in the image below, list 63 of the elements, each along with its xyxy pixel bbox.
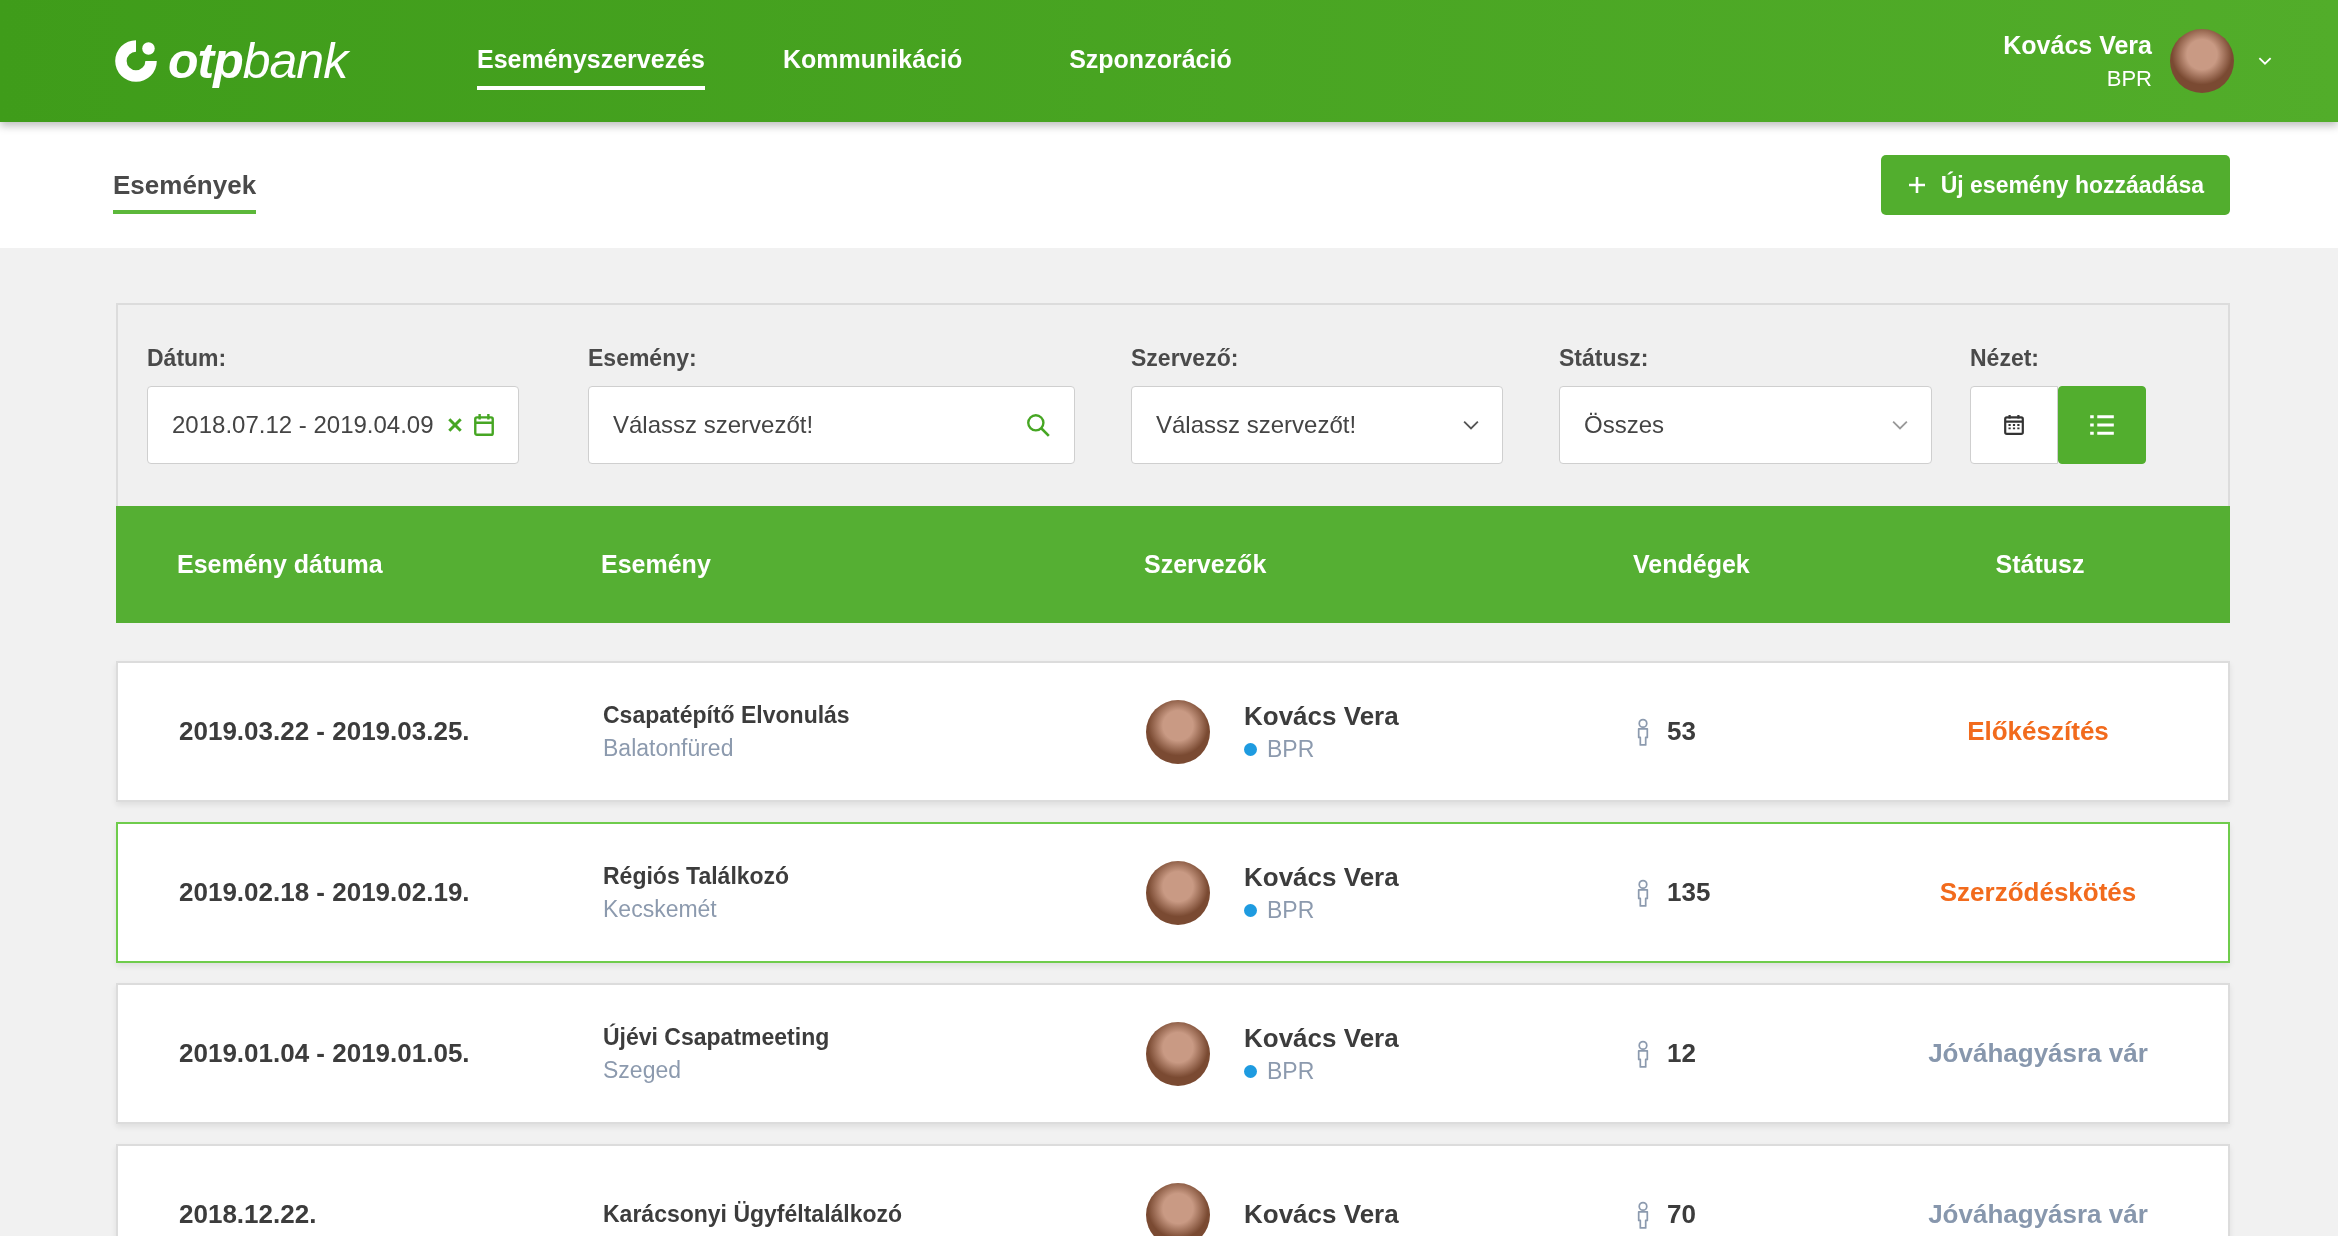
search-icon[interactable] (1025, 412, 1051, 438)
guest-count: 53 (1667, 716, 1696, 747)
guest-count: 70 (1667, 1199, 1696, 1230)
guest-count: 135 (1667, 877, 1711, 908)
status-dropdown[interactable]: Összes (1559, 386, 1932, 464)
person-icon (1635, 878, 1651, 907)
avatar (1146, 1182, 1210, 1236)
event-name: Csapatépítő Elvonulás (603, 701, 851, 729)
logo-text: otpbank (168, 32, 348, 90)
guest-count: 12 (1667, 1038, 1696, 1069)
organizer-name: Kovács Vera (1244, 1022, 1399, 1054)
person-icon (1635, 1039, 1651, 1068)
user-role: BPR (2106, 65, 2152, 92)
team-name: BPR (1267, 1057, 1315, 1085)
event-search-field[interactable]: Válassz szervezőt! (588, 386, 1075, 464)
calendar-icon (2003, 414, 2025, 436)
event-row[interactable]: 2018.12.22. Karácsonyi Ügyféltalálkozó Kovács Vera 70 Jóváhagyásra vár (116, 1144, 2230, 1236)
event-location: Szeged (603, 1056, 682, 1084)
filter-label: Nézet: (1970, 345, 2040, 372)
calendar-icon[interactable] (473, 413, 495, 437)
event-row[interactable]: 2019.02.18 - 2019.02.19. Régiós Találkozó Kecskemét Kovács Vera BPR 135 Szerződéskötés (116, 822, 2230, 963)
organizer-name: Kovács Vera (1244, 700, 1399, 732)
chevron-down-icon (1892, 420, 1908, 430)
event-date: 2019.02.18 - 2019.02.19. (179, 877, 471, 908)
event-name: Régiós Találkozó (603, 862, 791, 890)
organizer-name: Kovács Vera (1244, 1199, 1399, 1230)
page-tab[interactable]: Események (113, 161, 257, 214)
team-name: BPR (1267, 735, 1315, 763)
filter-label: Szervező: (1131, 345, 1240, 372)
event-row[interactable]: 2019.01.04 - 2019.01.05. Újévi Csapatmeeting Szeged Kovács Vera BPR 12 Jóváhagyásra vár (116, 983, 2230, 1124)
event-row[interactable]: 2019.03.22 - 2019.03.25. Csapatépítő Elvonulás Balatonfüred Kovács Vera BPR 53 Előkészítés (116, 661, 2230, 802)
event-status: Jóváhagyásra vár (1927, 1199, 2149, 1230)
event-location: Kecskemét (603, 895, 718, 923)
chevron-down-icon (1463, 420, 1479, 430)
filter-label: Dátum: (147, 345, 228, 372)
event-name: Karácsonyi Ügyféltalálkozó (603, 1201, 904, 1228)
clear-icon[interactable] (447, 417, 463, 433)
event-status: Szerződéskötés (1938, 877, 2138, 908)
list-icon (2089, 414, 2115, 436)
column-header: Vendégek (1633, 550, 1751, 579)
column-header: Státusz (1994, 550, 2086, 579)
calendar-view-button[interactable] (1970, 386, 2058, 464)
filter-label: Státusz: (1559, 345, 1650, 372)
event-name: Újévi Csapatmeeting (603, 1023, 831, 1051)
person-icon (1635, 1200, 1651, 1229)
organizer-name: Kovács Vera (1244, 861, 1399, 893)
column-header: Szervezők (1144, 550, 1268, 579)
user-name: Kovács Vera (2003, 30, 2152, 60)
plus-icon (1906, 175, 1927, 195)
team-name: BPR (1267, 896, 1315, 924)
column-header: Esemény dátuma (177, 550, 384, 579)
event-location: Balatonfüred (603, 734, 735, 762)
event-status: Előkészítés (1966, 716, 2110, 747)
column-header: Esemény (601, 550, 712, 579)
organizer-dropdown[interactable]: Válassz szervezőt! (1131, 386, 1503, 464)
event-date: 2019.03.22 - 2019.03.25. (179, 716, 471, 747)
date-range-field[interactable]: 2018.07.12 - 2019.04.09 (147, 386, 519, 464)
event-date: 2018.12.22. (179, 1199, 318, 1230)
person-icon (1635, 717, 1651, 746)
event-date: 2019.01.04 - 2019.01.05. (179, 1038, 471, 1069)
chevron-down-icon[interactable] (2258, 56, 2272, 66)
filter-label: Esemény: (588, 345, 698, 372)
event-status: Jóváhagyásra vár (1927, 1038, 2149, 1069)
